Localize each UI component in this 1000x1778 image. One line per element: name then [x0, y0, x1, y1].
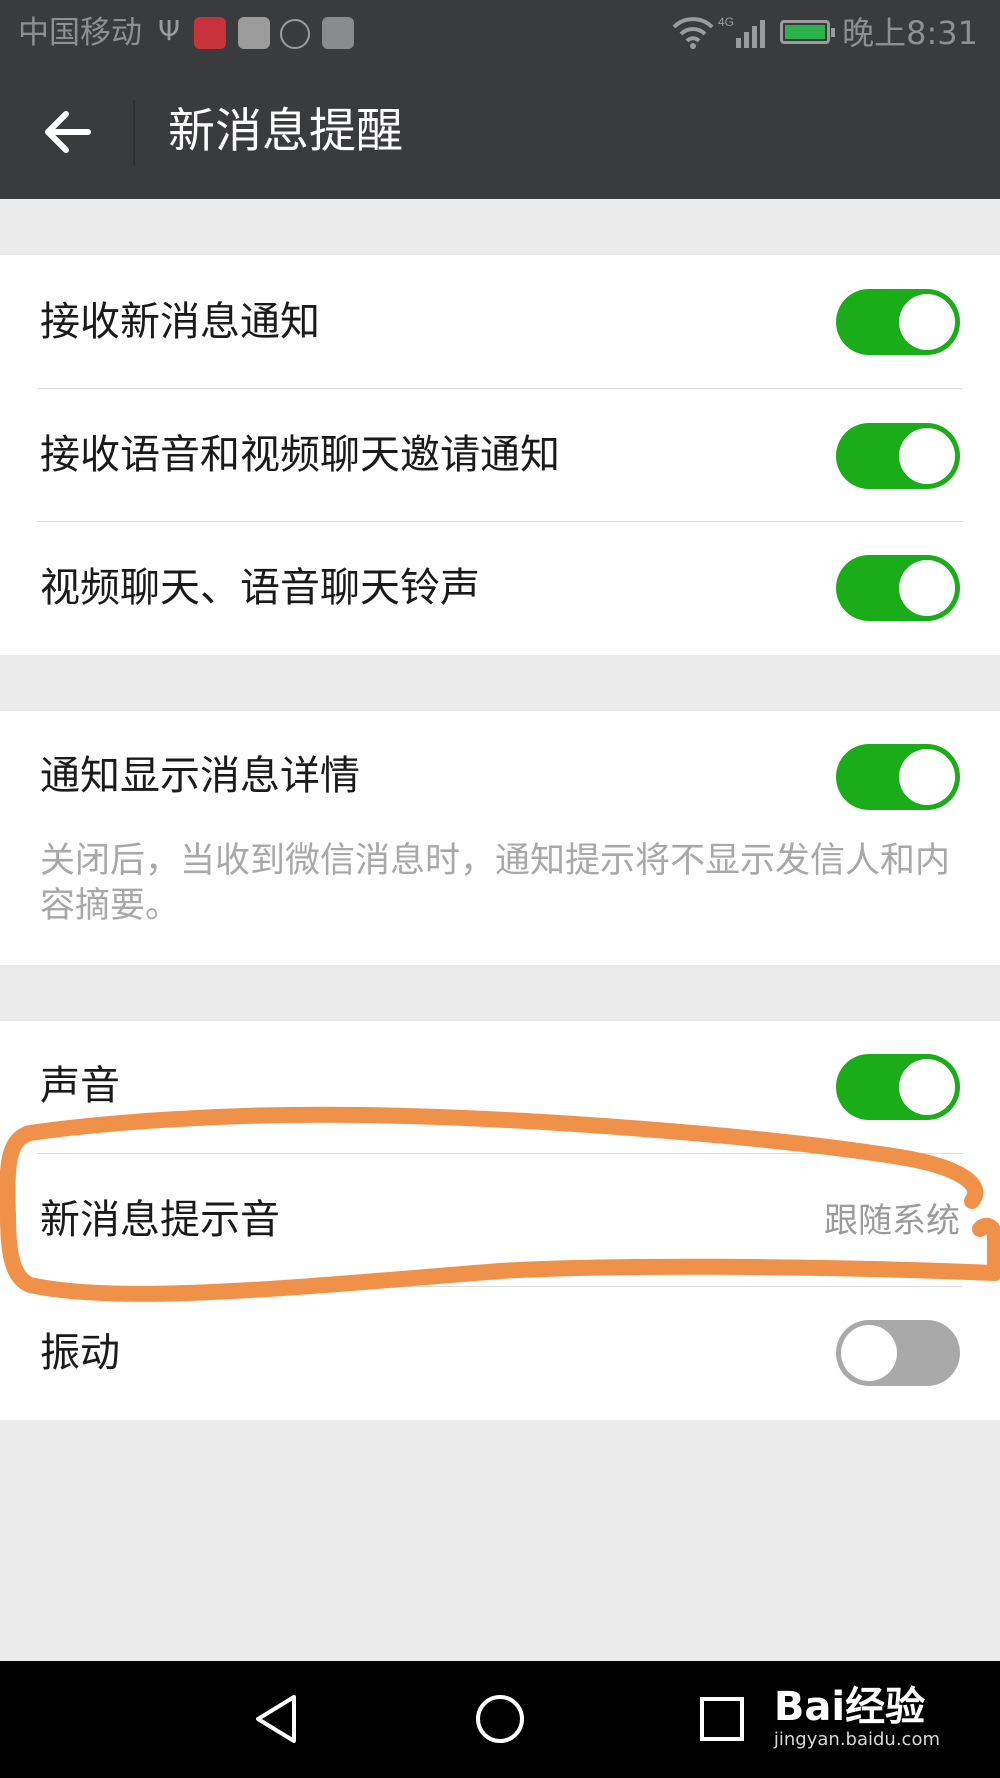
carrier-label: 中国移动: [18, 15, 142, 51]
network-label: 4G: [718, 15, 734, 29]
page-title: 新消息提醒: [168, 104, 403, 159]
sound-group: 声音 新消息提示音 跟随系统 振动: [0, 1021, 1000, 1420]
toggle-voice-video-invite[interactable]: [836, 423, 960, 489]
new-message-tone-value: 跟随系统: [824, 1201, 960, 1241]
notification-group: 接收新消息通知 接收语音和视频聊天邀请通知 视频聊天、语音聊天铃声: [0, 255, 1000, 655]
row-label: 新消息提示音: [40, 1197, 280, 1243]
battery-icon: [780, 20, 835, 44]
message-detail-description: 关闭后，当收到微信消息时，通知提示将不显示发信人和内容摘要。: [40, 841, 951, 926]
row-call-ringtone[interactable]: 视频聊天、语音聊天铃声: [0, 522, 1000, 655]
back-arrow-icon[interactable]: [36, 100, 100, 164]
back-triangle-icon[interactable]: [246, 1687, 310, 1751]
header-bar: 新消息提醒: [0, 66, 1000, 199]
toggle-show-message-detail[interactable]: [836, 744, 960, 810]
sina-icon: [238, 17, 270, 49]
row-vibrate[interactable]: 振动: [0, 1287, 1000, 1420]
toggle-vibrate[interactable]: [836, 1320, 960, 1386]
app-icon-red: [194, 17, 226, 49]
row-show-message-detail[interactable]: 通知显示消息详情: [0, 711, 1000, 841]
signal-icon: 4G: [718, 15, 765, 48]
row-label: 接收新消息通知: [40, 299, 320, 345]
row-label: 视频聊天、语音聊天铃声: [40, 565, 480, 611]
row-label: 接收语音和视频聊天邀请通知: [40, 432, 560, 478]
toggle-receive-new-message[interactable]: [836, 289, 960, 355]
row-label: 声音: [40, 1063, 120, 1109]
row-receive-new-message[interactable]: 接收新消息通知: [0, 255, 1000, 389]
app-icon-grey: [322, 17, 354, 49]
recents-square-icon[interactable]: [690, 1687, 754, 1751]
status-bar: 中国移动 Ψ 4G 晚上8:31: [0, 0, 1000, 66]
watermark-sub: jingyan.baidu.com: [773, 1729, 940, 1750]
header-divider: [133, 100, 135, 166]
wifi-icon: [672, 17, 714, 49]
navigation-bar: Bai经验 jingyan.baidu.com: [0, 1661, 1000, 1778]
usb-icon: Ψ: [158, 14, 181, 47]
clock-label: 晚上8:31: [842, 14, 978, 52]
row-label: 振动: [40, 1330, 120, 1376]
toggle-call-ringtone[interactable]: [836, 555, 960, 621]
row-sound[interactable]: 声音: [0, 1021, 1000, 1154]
row-new-message-tone[interactable]: 新消息提示音 跟随系统: [0, 1154, 1000, 1287]
row-voice-video-invite[interactable]: 接收语音和视频聊天邀请通知: [0, 389, 1000, 522]
toggle-sound[interactable]: [836, 1054, 960, 1120]
home-circle-icon[interactable]: [468, 1687, 532, 1751]
watermark-main: Bai经验: [773, 1684, 926, 1730]
hand-icon: [280, 19, 310, 49]
message-detail-group: 通知显示消息详情 关闭后，当收到微信消息时，通知提示将不显示发信人和内容摘要。: [0, 711, 1000, 965]
watermark: Bai经验 jingyan.baidu.com: [774, 1685, 940, 1751]
row-label: 通知显示消息详情: [40, 753, 360, 799]
